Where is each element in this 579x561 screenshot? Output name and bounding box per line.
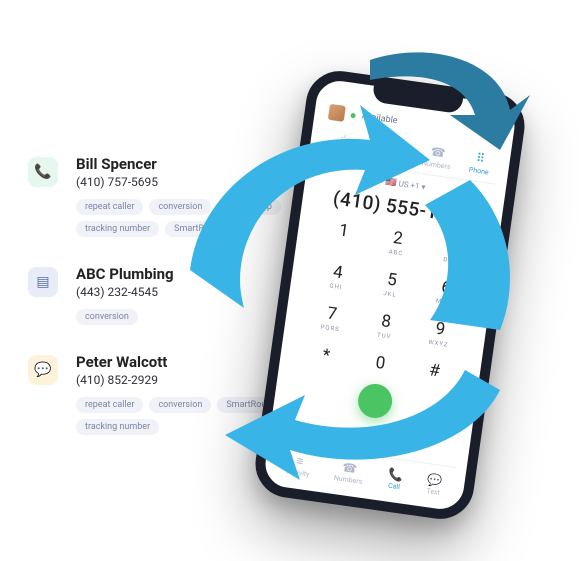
tag[interactable]: conversion <box>76 309 138 325</box>
message-icon: 💬 <box>28 355 58 385</box>
gear-icon[interactable]: ⚙ <box>491 130 500 141</box>
key-digit: 0 <box>352 350 409 377</box>
caller-number: (410) 757-5695 <box>76 175 306 189</box>
tag[interactable]: tracking number <box>76 221 159 237</box>
dial-button[interactable] <box>356 382 394 420</box>
nav-icon: 💬 <box>426 472 443 488</box>
key-7[interactable]: 7PQRS <box>303 300 361 335</box>
tag[interactable]: conversion <box>149 199 211 215</box>
tag-row: repeat caller conversion new signup trackin… <box>76 199 306 237</box>
tag-row: conversion <box>76 309 306 325</box>
key-3[interactable]: 3DEF <box>422 232 480 267</box>
tab-label: Contacts <box>375 153 404 165</box>
nav-label: Text <box>426 487 440 497</box>
key-6[interactable]: 6MNO <box>417 274 475 309</box>
tag[interactable]: repeat caller <box>76 199 143 215</box>
flag-us-icon: 🇺🇸 <box>385 177 398 188</box>
key-9[interactable]: 9WXYZ <box>411 316 469 351</box>
tag[interactable]: tracking number <box>76 419 159 435</box>
top-tab-numbers[interactable]: ☎Numbers <box>422 143 454 171</box>
dial-keypad: 12ABC3DEF 4GHI5JKL6MNO 7PQRS8TUV9WXYZ *0# <box>290 216 489 387</box>
nav-label: Call <box>388 482 401 492</box>
bottom-tab-numbers[interactable]: ☎Numbers <box>333 459 365 486</box>
country-code: US +1 <box>398 179 420 191</box>
tab-label: Favorites <box>328 146 357 158</box>
tag[interactable]: SmartRouter <box>165 221 234 237</box>
caller-name: ABC Plumbing <box>76 265 306 283</box>
voicemail-icon: ▤ <box>28 267 58 297</box>
status-dot-icon <box>350 112 356 118</box>
tab-icon: ☎ <box>423 143 453 161</box>
tag[interactable]: conversion <box>149 397 211 413</box>
key-digit: * <box>298 342 355 369</box>
key-digit: 1 <box>315 217 372 244</box>
key-8[interactable]: 8TUV <box>357 308 415 343</box>
tab-icon: 👥 <box>377 137 407 155</box>
key-digit: # <box>406 357 463 384</box>
phone-screen: Available ⚙ ☆Favorites 👥Contacts ☎Numbers ⠿… <box>262 78 517 512</box>
bottom-tab-call[interactable]: 📞Call <box>386 467 404 492</box>
nav-icon: 📞 <box>387 467 404 483</box>
caller-name: Bill Spencer <box>76 155 306 173</box>
avatar[interactable] <box>328 104 346 122</box>
key-4[interactable]: 4GHI <box>308 259 366 294</box>
key-*[interactable]: * <box>298 342 355 370</box>
phone-mockup: Available ⚙ ☆Favorites 👥Contacts ☎Numbers ⠿… <box>251 67 529 523</box>
top-tab-favorites[interactable]: ☆Favorites <box>328 130 360 158</box>
chevron-down-icon: ▾ <box>421 182 426 191</box>
bottom-nav: ≡Activity ☎Numbers 📞Call 💬Text <box>274 442 457 501</box>
tab-label: Numbers <box>422 159 451 171</box>
top-tab-phone[interactable]: ⠿Phone <box>468 150 491 177</box>
phone-incoming-icon: 📞 <box>28 157 58 187</box>
tag[interactable]: repeat caller <box>76 397 143 413</box>
key-0[interactable]: 0 <box>352 350 409 378</box>
caller-number: (443) 232-4545 <box>76 285 306 299</box>
top-tab-contacts[interactable]: 👥Contacts <box>375 137 406 165</box>
key-1[interactable]: 1 <box>314 217 372 252</box>
call-log-item[interactable]: 📞Bill Spencer(410) 757-56952:4repeat cal… <box>76 155 306 237</box>
bottom-tab-activity[interactable]: ≡Activity <box>286 453 312 479</box>
tab-label: Phone <box>468 166 489 177</box>
status-label: Available <box>361 111 398 126</box>
tab-icon: ☆ <box>330 130 360 148</box>
tag[interactable]: new signup <box>217 199 281 215</box>
tab-icon: ⠿ <box>470 150 492 167</box>
key-5[interactable]: 5JKL <box>363 266 421 301</box>
key-#[interactable]: # <box>406 357 463 385</box>
call-log-item[interactable]: ▤ABC Plumbing(443) 232-4545conversion <box>76 265 306 325</box>
bottom-tab-text[interactable]: 💬Text <box>425 472 443 497</box>
key-2[interactable]: 2ABC <box>368 225 426 260</box>
